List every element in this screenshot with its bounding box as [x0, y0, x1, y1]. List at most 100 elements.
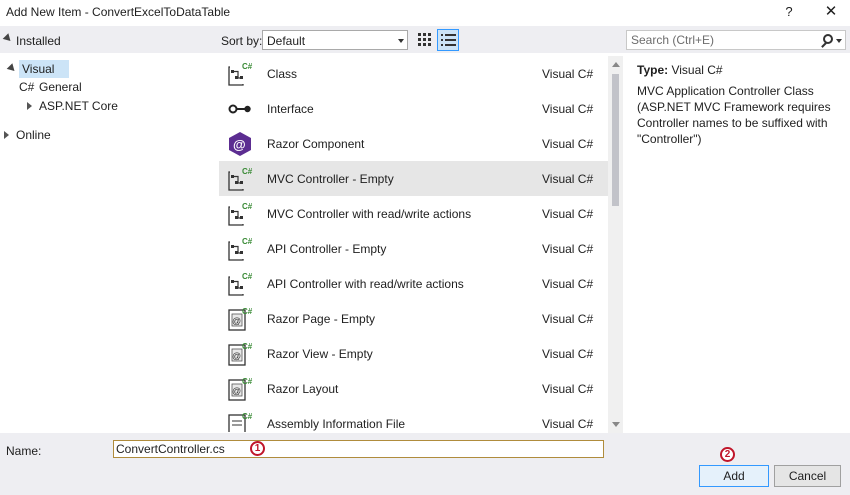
tree-item-visual-csharp[interactable]: Visual C#: [6, 60, 69, 94]
tree-item-label: General: [39, 80, 82, 94]
search-icon[interactable]: [823, 34, 833, 44]
collapse-arrow-icon[interactable]: [4, 131, 9, 139]
svg-text:C#: C#: [242, 202, 253, 211]
expand-arrow-icon[interactable]: [6, 63, 18, 74]
template-name: Class: [267, 67, 298, 81]
template-name: API Controller - Empty: [267, 242, 387, 256]
svg-text:@: @: [232, 351, 241, 361]
sort-by-value: Default: [267, 34, 306, 48]
template-name: MVC Controller with read/write actions: [267, 207, 472, 221]
type-value: Visual C#: [671, 63, 723, 77]
razor-page-icon: @ C#: [228, 307, 253, 331]
template-name: MVC Controller - Empty: [267, 172, 394, 186]
search-box[interactable]: [626, 30, 846, 50]
title-bar: Add New Item - ConvertExcelToDataTable ?…: [0, 0, 850, 26]
template-language: Visual C#: [542, 277, 594, 291]
step-marker-2: 2: [720, 447, 735, 462]
template-name: Interface: [267, 102, 314, 116]
tree-item-general[interactable]: General: [39, 78, 82, 96]
template-item-api-controller-rw[interactable]: C# API Controller with read/write action…: [219, 266, 608, 301]
scroll-down-arrow-icon[interactable]: [612, 422, 620, 427]
template-item-razor-page-empty[interactable]: @ C# Razor Page - Empty Visual C#: [219, 301, 608, 336]
template-language: Visual C#: [542, 207, 594, 221]
template-name: API Controller with read/write actions: [267, 277, 464, 291]
expand-arrow-icon: [2, 33, 14, 44]
template-item-api-controller-empty[interactable]: C# API Controller - Empty Visual C#: [219, 231, 608, 266]
scrollbar-thumb[interactable]: [612, 74, 619, 206]
type-line: Type: Visual C#: [637, 63, 723, 77]
svg-text:@: @: [232, 316, 241, 326]
step-marker-1: 1: [250, 441, 265, 456]
template-language: Visual C#: [542, 137, 594, 151]
template-language: Visual C#: [542, 382, 594, 396]
tree-item-label: Online: [16, 128, 51, 142]
template-list-scrollbar[interactable]: [608, 56, 623, 433]
search-options-chevron-icon[interactable]: [836, 39, 842, 43]
help-button[interactable]: ?: [779, 2, 799, 22]
window-title: Add New Item - ConvertExcelToDataTable: [6, 5, 231, 19]
razor-component-icon: @: [229, 132, 251, 156]
close-button[interactable]: ✕: [820, 2, 842, 24]
template-language: Visual C#: [542, 312, 594, 326]
svg-text:C#: C#: [242, 62, 253, 71]
template-language: Visual C#: [542, 242, 594, 256]
controller-icon: C#: [228, 272, 253, 296]
svg-text:C#: C#: [242, 272, 253, 281]
description-text: MVC Application Controller Class (ASP.NE…: [637, 84, 831, 146]
template-language: Visual C#: [542, 102, 594, 116]
type-label: Type:: [637, 63, 669, 77]
interface-icon: [228, 104, 251, 114]
template-item-assembly-info[interactable]: C# Assembly Information File Visual C#: [219, 406, 608, 432]
sort-by-dropdown[interactable]: Default: [262, 30, 408, 50]
template-name: Assembly Information File: [267, 417, 406, 431]
tree-item-aspnet-core[interactable]: ASP.NET Core: [27, 97, 118, 115]
template-name: Razor Component: [267, 137, 365, 151]
svg-text:C#: C#: [242, 342, 253, 351]
svg-text:C#: C#: [242, 412, 253, 421]
search-input[interactable]: [627, 31, 817, 49]
controller-icon: C#: [228, 237, 253, 261]
template-language: Visual C#: [542, 417, 594, 431]
template-language: Visual C#: [542, 347, 594, 361]
template-item-razor-view-empty[interactable]: @ C# Razor View - Empty Visual C#: [219, 336, 608, 371]
small-icons-view-button[interactable]: [414, 29, 436, 51]
sort-by-label: Sort by:: [221, 34, 263, 48]
template-item-mvc-controller-rw[interactable]: C# MVC Controller with read/write action…: [219, 196, 608, 231]
svg-text:C#: C#: [242, 377, 253, 386]
template-item-class[interactable]: C# Class Visual C#: [219, 56, 608, 91]
chevron-down-icon: [398, 39, 404, 43]
template-name: Razor View - Empty: [267, 347, 373, 361]
name-label: Name:: [6, 444, 42, 458]
template-list: C# Class Visual C# Interface Visual C# @…: [219, 56, 608, 432]
name-field[interactable]: [113, 440, 604, 458]
collapse-arrow-icon[interactable]: [27, 102, 32, 110]
razor-view-icon: @ C#: [228, 342, 253, 366]
tree-item-online[interactable]: Online: [4, 126, 51, 144]
tree-item-label: ASP.NET Core: [39, 99, 118, 113]
svg-text:@: @: [232, 386, 241, 396]
template-item-mvc-controller-empty[interactable]: C# MVC Controller - Empty Visual C#: [219, 161, 608, 196]
controller-icon: C#: [228, 202, 253, 226]
installed-label: Installed: [16, 34, 61, 48]
template-item-interface[interactable]: Interface Visual C#: [219, 91, 608, 126]
cancel-button[interactable]: Cancel: [774, 465, 841, 487]
name-input[interactable]: [114, 441, 603, 457]
template-name: Razor Page - Empty: [267, 312, 376, 326]
description-pane: Type: Visual C# MVC Application Controll…: [630, 56, 845, 432]
add-button[interactable]: Add: [699, 465, 769, 487]
template-name: Razor Layout: [267, 382, 339, 396]
svg-text:C#: C#: [242, 237, 253, 246]
svg-text:C#: C#: [242, 307, 253, 316]
template-language: Visual C#: [542, 67, 594, 81]
scroll-up-arrow-icon[interactable]: [612, 62, 620, 67]
template-item-razor-component[interactable]: @ Razor Component Visual C#: [219, 126, 608, 161]
installed-header[interactable]: Installed: [0, 27, 213, 53]
class-icon: C#: [228, 62, 253, 86]
assembly-info-icon: C#: [228, 412, 253, 432]
template-item-razor-layout[interactable]: @ C# Razor Layout Visual C#: [219, 371, 608, 406]
razor-layout-icon: @ C#: [228, 377, 253, 401]
category-tree: Visual C# General ASP.NET Core Online: [0, 53, 213, 433]
svg-text:@: @: [233, 137, 246, 152]
list-view-button[interactable]: [437, 29, 459, 51]
template-language: Visual C#: [542, 172, 594, 186]
